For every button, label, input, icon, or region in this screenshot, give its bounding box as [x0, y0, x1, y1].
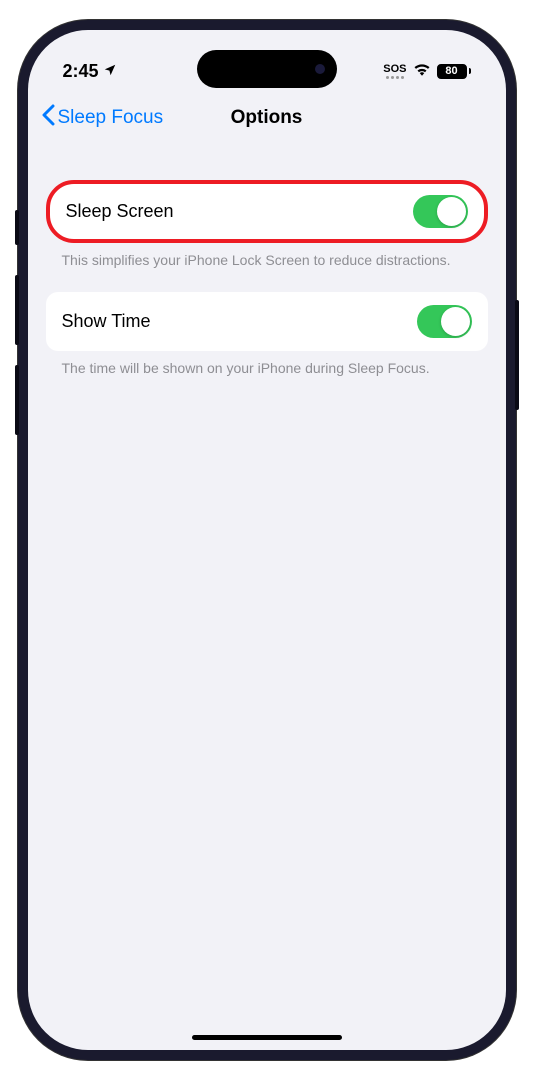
- dynamic-island: [197, 50, 337, 88]
- screen: 2:45 SOS 80: [28, 30, 506, 1050]
- toggle-knob: [441, 307, 470, 336]
- status-right: SOS 80: [383, 62, 470, 81]
- side-button: [15, 210, 19, 245]
- sos-indicator: SOS: [383, 63, 406, 79]
- setting-description: This simplifies your iPhone Lock Screen …: [46, 243, 488, 270]
- toggle-knob: [437, 197, 466, 226]
- setting-group-show-time: Show Time The time will be shown on your…: [46, 292, 488, 378]
- home-indicator[interactable]: [192, 1035, 342, 1040]
- chevron-left-icon: [42, 104, 55, 132]
- setting-label: Show Time: [62, 311, 151, 332]
- toggle-show-time[interactable]: [417, 305, 472, 338]
- battery-indicator: 80: [437, 64, 471, 79]
- side-button: [15, 365, 19, 435]
- toggle-sleep-screen[interactable]: [413, 195, 468, 228]
- setting-label: Sleep Screen: [66, 201, 174, 222]
- phone-frame: 2:45 SOS 80: [18, 20, 516, 1060]
- status-left: 2:45: [63, 61, 117, 82]
- back-label: Sleep Focus: [58, 107, 164, 129]
- content: Sleep Screen This simplifies your iPhone…: [28, 150, 506, 378]
- setting-row-show-time[interactable]: Show Time: [46, 292, 488, 351]
- location-icon: [103, 61, 117, 82]
- back-button[interactable]: Sleep Focus: [42, 104, 164, 132]
- side-button: [15, 275, 19, 345]
- setting-group-sleep-screen: Sleep Screen This simplifies your iPhone…: [46, 180, 488, 270]
- nav-bar: Sleep Focus Options: [28, 90, 506, 150]
- wifi-icon: [413, 62, 431, 81]
- side-button: [515, 300, 519, 410]
- setting-row-sleep-screen[interactable]: Sleep Screen: [46, 180, 488, 243]
- setting-description: The time will be shown on your iPhone du…: [46, 351, 488, 378]
- page-title: Options: [231, 107, 303, 129]
- status-time: 2:45: [63, 61, 99, 82]
